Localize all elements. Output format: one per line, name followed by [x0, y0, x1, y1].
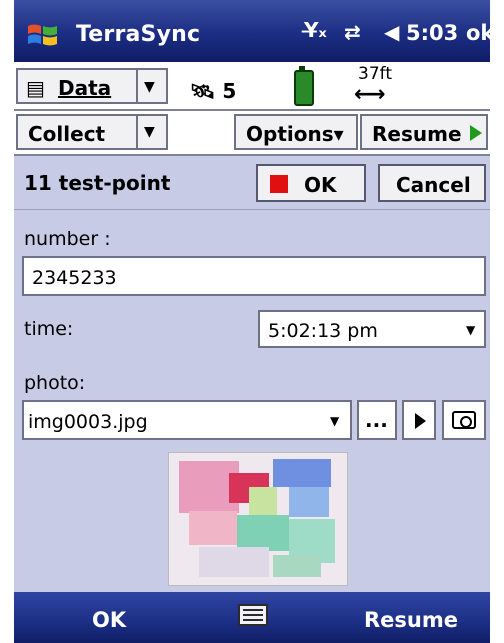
photo-select[interactable]: img0003.jpg ▼ [22, 400, 352, 440]
chevron-down-icon[interactable]: ▼ [144, 79, 155, 95]
options-menu-button[interactable]: Options▾ [234, 114, 358, 150]
sync-icon[interactable]: ⇄ [344, 20, 361, 44]
time-value: 5:02:13 pm [268, 320, 378, 342]
time-label: time: [24, 318, 74, 340]
softkey-ok[interactable]: OK [92, 608, 126, 632]
feature-form: 11 test-point OK Cancel number : 2345233… [14, 154, 490, 592]
form-ok-button[interactable]: OK [256, 164, 366, 202]
divider [136, 70, 138, 102]
feature-title: 11 test-point [24, 171, 171, 195]
play-icon [415, 413, 426, 429]
browse-label: ... [365, 408, 388, 432]
resume-label: Resume [372, 122, 462, 146]
document-icon: ▤ [26, 76, 45, 100]
softkey-resume[interactable]: Resume [364, 608, 458, 632]
chevron-down-icon: ▼ [466, 323, 476, 337]
resume-button[interactable]: Resume [360, 114, 488, 150]
volume-icon[interactable]: ◀ [384, 20, 399, 44]
photo-value: img0003.jpg [28, 411, 148, 433]
accuracy-arrows-icon: ⟷ [354, 82, 386, 107]
app-title[interactable]: TerraSync [76, 22, 200, 47]
ok-button[interactable]: ok [466, 21, 490, 45]
data-section-dropdown[interactable]: ▤ Data ▼ [16, 68, 168, 104]
chevron-down-icon: ▼ [330, 414, 340, 428]
collect-label: Collect [28, 122, 106, 146]
photo-label: photo: [24, 372, 86, 394]
form-ok-label: OK [304, 173, 337, 197]
satellite-status[interactable]: 🛰 5 [190, 79, 236, 103]
form-cancel-label: Cancel [396, 173, 471, 197]
number-label: number : [24, 228, 111, 250]
divider [136, 116, 138, 148]
photo-thumbnail[interactable] [168, 452, 348, 586]
number-field[interactable]: 2345233 [22, 256, 486, 296]
play-media-button[interactable] [402, 400, 436, 440]
play-icon [470, 125, 482, 141]
signal-off-icon[interactable]: Y̶ₓ [304, 18, 327, 42]
toolbar-collect: Collect ▼ Options▾ Resume [14, 111, 490, 154]
satellite-count: 5 [222, 79, 237, 103]
softkey-bar: OK Resume [14, 592, 490, 643]
app-window: TerraSync Y̶ₓ ⇄ ◀ 5:03 ok ▤ Data ▼ 🛰 5 3… [14, 0, 490, 643]
satellite-icon: 🛰 [190, 79, 216, 103]
collect-dropdown[interactable]: Collect ▼ [16, 114, 168, 150]
status-bar: TerraSync Y̶ₓ ⇄ ◀ 5:03 ok [14, 0, 490, 62]
number-value: 2345233 [32, 267, 117, 289]
toolbar-data: ▤ Data ▼ 🛰 5 37ft ⟷ [14, 62, 490, 111]
camera-icon [452, 411, 476, 429]
browse-button[interactable]: ... [357, 400, 397, 440]
form-header: 11 test-point OK Cancel [14, 154, 490, 210]
chevron-down-icon[interactable]: ▼ [144, 124, 155, 140]
stop-square-icon [270, 175, 288, 193]
battery-icon[interactable] [294, 66, 314, 106]
form-cancel-button[interactable]: Cancel [378, 164, 486, 202]
clock[interactable]: 5:03 [406, 21, 458, 45]
keyboard-icon[interactable] [238, 604, 268, 626]
windows-logo-icon[interactable] [26, 20, 60, 50]
camera-button[interactable] [442, 400, 486, 440]
time-select[interactable]: 5:02:13 pm ▼ [258, 310, 486, 348]
data-label: Data [58, 76, 112, 100]
options-label: Options▾ [246, 122, 344, 146]
accuracy-value[interactable]: 37ft [358, 64, 392, 84]
